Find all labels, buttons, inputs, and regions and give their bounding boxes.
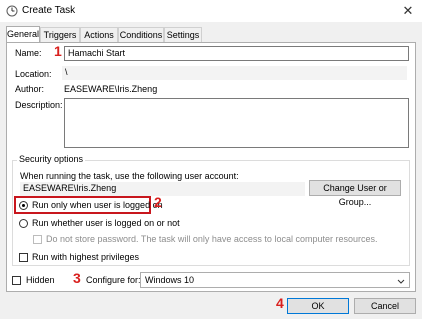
- configure-for-select[interactable]: Windows 10: [140, 272, 410, 288]
- hidden-label: Hidden: [26, 275, 55, 285]
- description-label: Description:: [15, 100, 63, 110]
- task-scheduler-icon: [6, 5, 18, 17]
- chevron-down-icon: [397, 276, 405, 288]
- close-icon[interactable]: ✕: [398, 2, 418, 20]
- step-marker-4: 4: [276, 295, 284, 311]
- task-name-input[interactable]: Hamachi Start: [64, 46, 409, 61]
- hidden-checkbox[interactable]: [12, 276, 21, 285]
- step-marker-2: 2: [154, 194, 162, 210]
- author-value: EASEWARE\Iris.Zheng: [64, 84, 158, 94]
- author-label: Author:: [15, 84, 45, 94]
- highest-privileges-checkbox[interactable]: [19, 253, 28, 262]
- tab-triggers[interactable]: Triggers: [40, 27, 80, 42]
- highest-privileges-label: Run with highest privileges: [32, 252, 140, 262]
- location-value: \: [62, 66, 407, 80]
- ok-button[interactable]: OK: [287, 298, 349, 314]
- change-user-button[interactable]: Change User or Group...: [309, 180, 401, 207]
- window-title: Create Task: [22, 5, 76, 16]
- tab-actions[interactable]: Actions: [80, 27, 118, 42]
- user-account-value: EASEWARE\Iris.Zheng: [20, 182, 305, 196]
- step-marker-1: 1: [54, 43, 62, 59]
- no-store-password-label: Do not store password. The task will onl…: [46, 234, 378, 244]
- configure-for-label: Configure for:: [86, 275, 141, 285]
- radio-run-logged-on[interactable]: [19, 201, 28, 210]
- tab-conditions[interactable]: Conditions: [118, 27, 164, 42]
- location-label: Location:: [15, 69, 52, 79]
- no-store-password-checkbox[interactable]: [33, 235, 42, 244]
- security-options-title: Security options: [17, 154, 86, 164]
- description-textarea[interactable]: [64, 98, 409, 148]
- radio-run-logged-on-label: Run only when user is logged on: [32, 200, 163, 210]
- cancel-button[interactable]: Cancel: [354, 298, 416, 314]
- name-label: Name:: [15, 48, 42, 58]
- step-marker-3: 3: [73, 270, 81, 286]
- radio-run-whether-logged-on-label: Run whether user is logged on or not: [32, 218, 180, 228]
- configure-for-value: Windows 10: [145, 275, 195, 285]
- account-prompt: When running the task, use the following…: [20, 171, 239, 181]
- tab-general[interactable]: General: [6, 26, 40, 43]
- tab-settings[interactable]: Settings: [164, 27, 202, 42]
- radio-run-whether-logged-on[interactable]: [19, 219, 28, 228]
